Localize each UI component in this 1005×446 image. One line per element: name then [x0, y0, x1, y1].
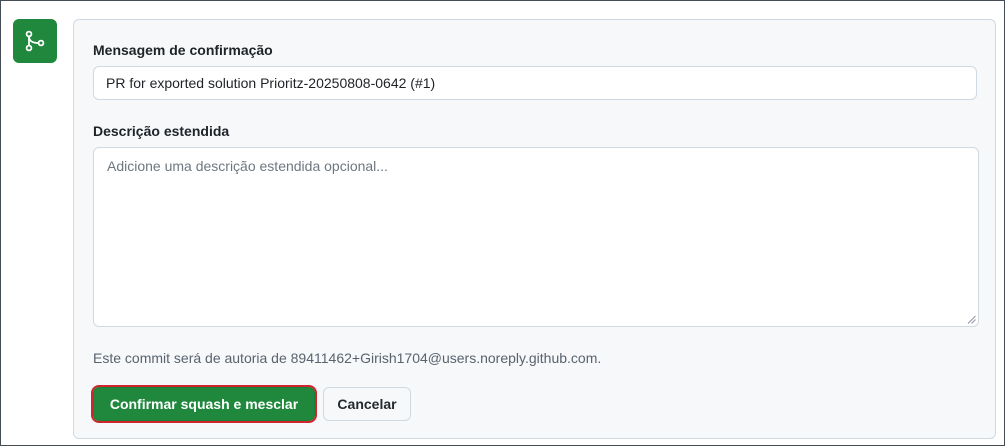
- git-merge-icon: [13, 19, 57, 63]
- extended-description-textarea[interactable]: [93, 147, 979, 327]
- extended-description-label: Descrição estendida: [93, 123, 230, 139]
- commit-form-panel: Mensagem de confirmação PR for exported …: [73, 19, 996, 439]
- git-merge-glyph: [25, 30, 45, 52]
- commit-message-input[interactable]: PR for exported solution Prioritz-202508…: [93, 66, 977, 100]
- commit-author-note: Este commit será de autoria de 89411462+…: [93, 350, 602, 366]
- cancel-button[interactable]: Cancelar: [323, 387, 411, 421]
- confirm-squash-merge-button[interactable]: Confirmar squash e mesclar: [91, 385, 317, 423]
- commit-message-label: Mensagem de confirmação: [93, 42, 273, 58]
- resize-grip-icon[interactable]: [967, 315, 976, 324]
- merge-dialog-frame: Mensagem de confirmação PR for exported …: [0, 0, 1005, 446]
